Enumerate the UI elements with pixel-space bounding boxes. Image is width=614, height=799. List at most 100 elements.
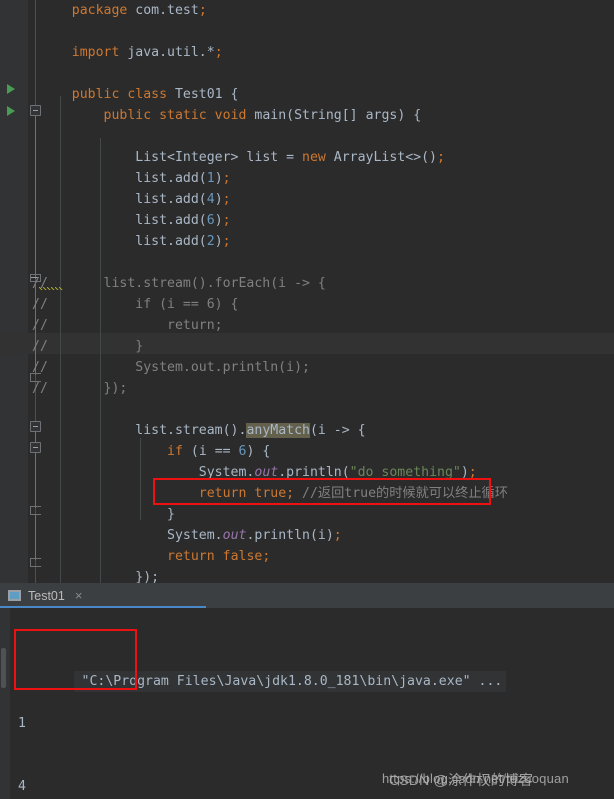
- code-token: });: [135, 570, 160, 583]
- code-token: list.add(: [135, 234, 207, 249]
- code-token: return: [198, 486, 255, 501]
- code-line: System.out.println(i);: [0, 525, 614, 546]
- console-command-row: "C:\Program Files\Java\jdk1.8.0_181\bin\…: [10, 650, 614, 692]
- code-token: public static void: [103, 108, 255, 123]
- code-line: // }: [0, 336, 614, 357]
- code-token: }: [40, 339, 144, 354]
- code-line: package com.test;: [0, 0, 614, 21]
- run-tab-label: Test01: [28, 588, 65, 603]
- code-token: new: [302, 150, 334, 165]
- code-token: });: [40, 381, 128, 396]
- code-line: import java.util.*;: [0, 42, 614, 63]
- console-scroll-thumb[interactable]: [1, 648, 6, 688]
- code-token: list.add(: [135, 192, 207, 207]
- code-editor[interactable]: package com.test; import java.util.*; pu…: [0, 0, 614, 583]
- code-token: out: [222, 528, 247, 543]
- code-token: out: [254, 465, 279, 480]
- code-token: 4: [206, 192, 215, 207]
- code-token: }: [167, 507, 175, 522]
- code-token: list.stream().: [135, 423, 247, 438]
- code-token: .println(i): [246, 528, 334, 543]
- code-lines[interactable]: package com.test; import java.util.*; pu…: [0, 0, 614, 583]
- comment-prefix: //: [32, 318, 48, 333]
- code-line: list.add(6);: [0, 210, 614, 231]
- code-token: ;: [222, 171, 231, 186]
- code-token: list.stream().forEach(i -> {: [40, 276, 326, 291]
- code-token: ;: [437, 150, 445, 165]
- code-token: main: [254, 108, 287, 123]
- run-tab-test01[interactable]: Test01 ×: [0, 583, 88, 608]
- code-token: return;: [40, 318, 223, 333]
- console-side-strip[interactable]: [0, 608, 10, 799]
- code-token: ): [460, 465, 469, 480]
- code-line: if (i == 6) {: [0, 441, 614, 462]
- run-config-icon: [8, 590, 21, 601]
- code-token: false: [222, 549, 263, 564]
- code-token: if: [167, 444, 191, 459]
- code-line: List<Integer> list = new ArrayList<>();: [0, 147, 614, 168]
- code-token: System.: [198, 465, 255, 480]
- code-token: return: [167, 549, 223, 564]
- code-token: (i ==: [190, 444, 239, 459]
- code-line: list.add(4);: [0, 189, 614, 210]
- ide-window: package com.test; import java.util.*; pu…: [0, 0, 614, 799]
- code-token: (: [286, 108, 295, 123]
- code-line: return true; //返回true的时候就可以终止循环: [0, 483, 614, 504]
- code-token: ): [214, 192, 223, 207]
- code-token: package: [71, 3, 136, 18]
- code-token: System.: [167, 528, 223, 543]
- code-token: String[] args: [294, 108, 398, 123]
- code-token: ;: [222, 234, 231, 249]
- code-token: ;: [333, 528, 342, 543]
- code-token: java.util.*: [127, 45, 215, 60]
- code-token: ;: [198, 3, 207, 18]
- code-token: if (i == 6) {: [40, 297, 239, 312]
- comment-prefix: //: [32, 276, 48, 291]
- code-token: ;: [214, 45, 223, 60]
- code-token: anyMatch: [246, 423, 310, 438]
- code-token: //返回true的时候就可以终止循环: [294, 486, 508, 501]
- code-token: 6: [206, 213, 215, 228]
- console-command-line: "C:\Program Files\Java\jdk1.8.0_181\bin\…: [73, 671, 507, 692]
- code-token: ): [214, 234, 223, 249]
- code-line: public class Test01 {: [0, 84, 614, 105]
- code-line: list.stream().anyMatch(i -> {: [0, 420, 614, 441]
- code-line: // return;: [0, 315, 614, 336]
- code-token: com.test: [135, 3, 199, 18]
- code-token: ArrayList<>(): [333, 150, 437, 165]
- code-token: Test01 {: [174, 87, 239, 102]
- close-icon[interactable]: ×: [75, 589, 83, 602]
- code-line: // list.stream().forEach(i -> {: [0, 273, 614, 294]
- run-tool-window[interactable]: Test01 × "C:\Program Files\Java\jdk1.8.0…: [0, 583, 614, 799]
- code-token: .println(: [278, 465, 350, 480]
- code-token: list.add(: [135, 171, 207, 186]
- code-token: ): [214, 171, 223, 186]
- code-token: true: [254, 486, 287, 501]
- code-token: ;: [262, 549, 271, 564]
- code-line: list.add(1);: [0, 168, 614, 189]
- code-token: ;: [286, 486, 295, 501]
- code-token: ;: [222, 213, 231, 228]
- code-token: ) {: [246, 444, 271, 459]
- code-token: 2: [206, 234, 215, 249]
- code-token: System.out.println(i);: [40, 360, 310, 375]
- code-token: list.add(: [135, 213, 207, 228]
- watermark-csdn: CSDN @涂作权的博客: [389, 772, 534, 788]
- code-line: // System.out.println(i);: [0, 357, 614, 378]
- code-token: ) {: [397, 108, 422, 123]
- code-line: list.add(2);: [0, 231, 614, 252]
- comment-prefix: //: [32, 339, 48, 354]
- code-token: 1: [206, 171, 215, 186]
- run-tab-bar[interactable]: Test01 ×: [0, 583, 614, 608]
- code-token: (i -> {: [309, 423, 366, 438]
- code-token: ;: [468, 465, 477, 480]
- code-line: return false;: [0, 546, 614, 567]
- comment-prefix: //: [32, 297, 48, 312]
- console-output-line: 1: [18, 716, 26, 731]
- code-line: // });: [0, 378, 614, 399]
- code-token: ): [214, 213, 223, 228]
